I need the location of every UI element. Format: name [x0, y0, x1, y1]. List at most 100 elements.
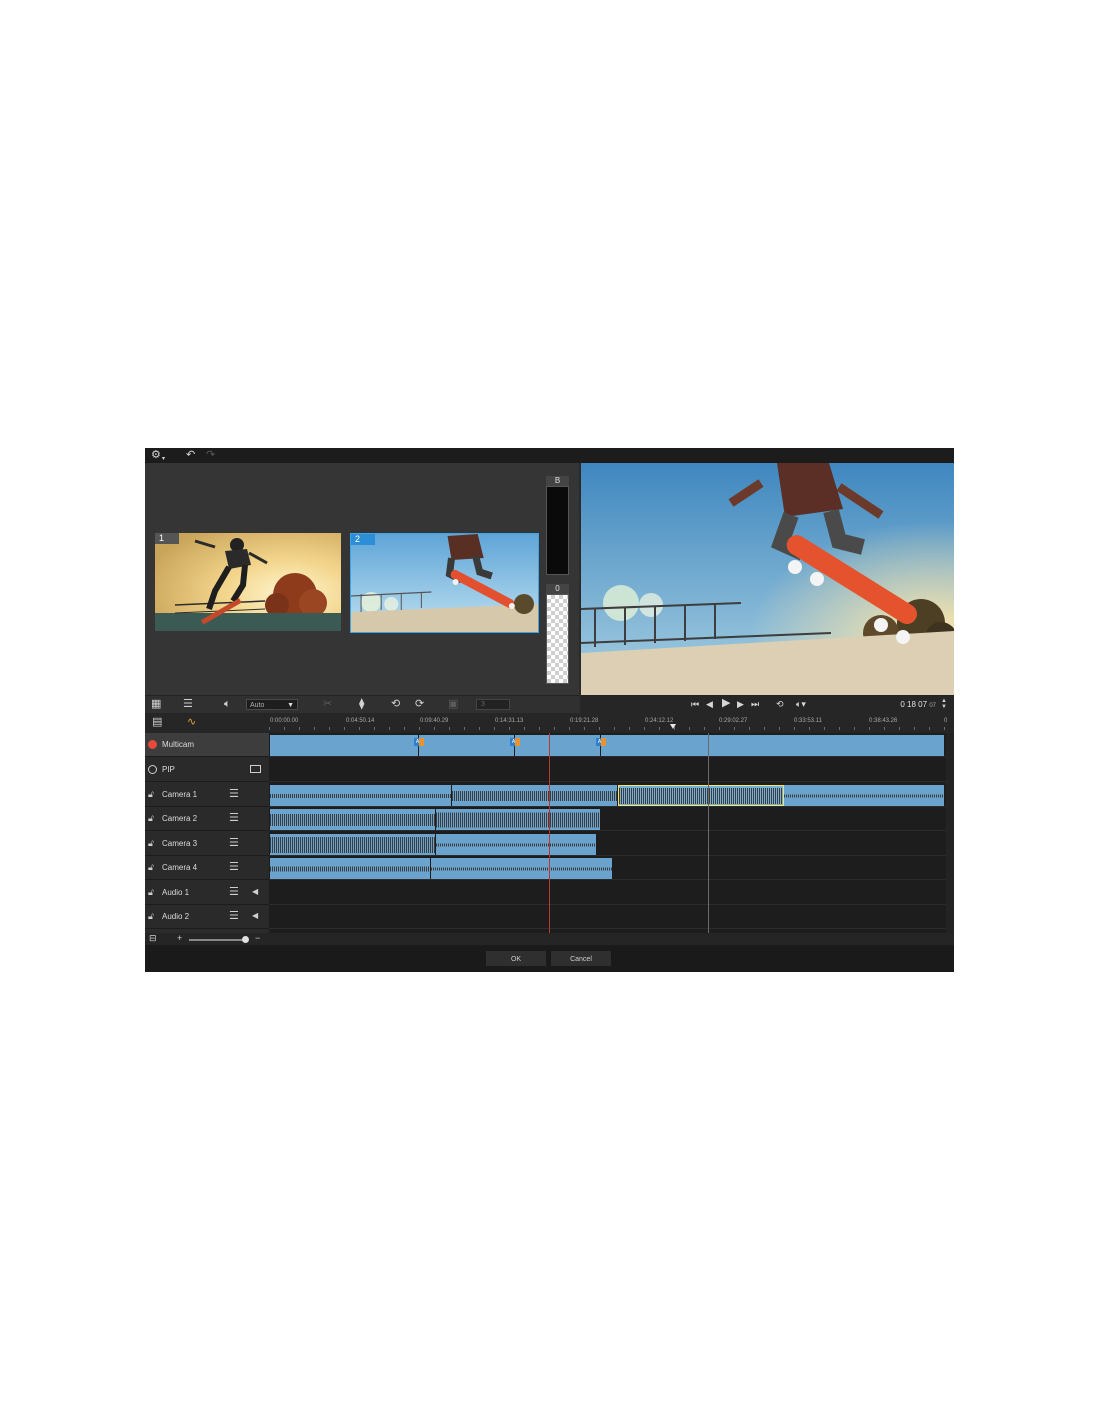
track-options-icon[interactable]: ☰ — [229, 910, 239, 922]
ruler-label: 0:29:02.27 — [719, 718, 748, 724]
audio-mode-value: Auto — [250, 702, 265, 709]
vertical-scrollbar[interactable] — [946, 733, 954, 933]
timeline-tracks: A A A — [269, 733, 946, 933]
camera-switch-marker[interactable]: A — [510, 738, 520, 746]
scissors-icon[interactable]: ✂ — [323, 698, 332, 711]
loop-icon[interactable]: ⟲ — [776, 698, 784, 711]
speaker-icon[interactable]: ◀︎ — [252, 887, 258, 897]
audio-clip[interactable] — [270, 834, 436, 855]
lock-icon[interactable]: 🔓︎ — [148, 838, 154, 848]
track-options-icon[interactable]: ☰ — [229, 788, 239, 800]
next-frame-icon[interactable]: ▶︎ — [737, 698, 744, 711]
ruler-label: 0:14:31.13 — [495, 718, 524, 724]
track-name: PIP — [162, 765, 175, 774]
undo-icon[interactable]: ↶ — [186, 449, 195, 462]
track-header-camera-2[interactable]: 🔓︎ Camera 2 ☰ — [145, 807, 269, 831]
waveform — [619, 787, 783, 804]
options-list-icon[interactable]: ☰ — [183, 698, 193, 711]
camera-source-2[interactable]: 2 — [350, 533, 539, 633]
previous-frame-icon[interactable]: ◀︎ — [706, 698, 713, 711]
audio-clip[interactable] — [784, 785, 945, 806]
playhead-line[interactable] — [549, 733, 550, 933]
pip-count-stepper[interactable]: 3 — [476, 699, 510, 710]
speaker-icon[interactable]: 🔈︎ — [224, 698, 231, 711]
rotate-left-icon[interactable]: ⟲ — [391, 698, 400, 711]
waveform — [431, 867, 612, 870]
playhead-handle[interactable] — [670, 724, 676, 729]
timecode-stepper[interactable]: ▲ ▼ — [941, 698, 947, 710]
track-header-camera-1[interactable]: 🔓︎ Camera 1 ☰ — [145, 783, 269, 807]
volume-icon[interactable]: 🔈︎▾ — [796, 698, 806, 711]
track-name: Camera 3 — [162, 839, 198, 848]
lock-icon[interactable]: 🔓︎ — [148, 911, 154, 921]
audio-mode-select[interactable]: Auto ▼ — [246, 699, 298, 710]
track-manager-icon[interactable]: ▤ — [152, 716, 162, 729]
audio-clip[interactable] — [270, 858, 431, 879]
background-slot-label: B — [546, 476, 569, 486]
camera-switch-marker[interactable]: A — [596, 738, 606, 746]
speaker-icon[interactable]: ◀︎ — [252, 911, 258, 921]
ok-button[interactable]: OK — [485, 950, 547, 967]
audio-clip[interactable] — [436, 834, 597, 855]
track-name: Audio 2 — [162, 912, 190, 921]
zoom-out-icon[interactable]: − — [255, 932, 260, 945]
audio-clip[interactable] — [270, 809, 436, 830]
lock-icon[interactable]: 🔓︎ — [148, 887, 154, 897]
background-slot-transparent[interactable] — [546, 594, 569, 684]
audio-sync-icon[interactable]: ∿ — [187, 716, 196, 729]
camera-source-1[interactable]: 1 — [155, 533, 341, 631]
track-header-camera-4[interactable]: 🔓︎ Camera 4 ☰ — [145, 856, 269, 880]
camera-switch-marker[interactable]: A — [414, 738, 424, 746]
audio-clip[interactable] — [431, 858, 613, 879]
gear-icon[interactable]: ⚙ — [151, 449, 161, 462]
record-icon[interactable] — [148, 740, 157, 749]
pip-icon[interactable]: ▣ — [448, 698, 458, 711]
ruler-label: 0:38:43.26 — [869, 718, 898, 724]
background-slot-black[interactable] — [546, 486, 569, 575]
lock-icon[interactable]: 🔓︎ — [148, 862, 154, 872]
go-to-start-icon[interactable]: ⏮ — [691, 698, 699, 711]
zoom-slider-handle[interactable] — [242, 936, 249, 943]
rotate-right-icon[interactable]: ⟳ — [415, 698, 424, 711]
track-header-audio-2[interactable]: 🔓︎ Audio 2 ☰ ◀︎ — [145, 905, 269, 929]
ruler-label: 0:04:50.14 — [346, 718, 375, 724]
track-header-camera-3[interactable]: 🔓︎ Camera 3 ☰ — [145, 832, 269, 856]
timecode-frames: 07 — [929, 703, 936, 709]
layout-grid-icon[interactable]: ▦ — [151, 698, 161, 711]
camera-1-frame — [155, 533, 341, 631]
audio-clip[interactable] — [436, 809, 601, 830]
lock-icon[interactable]: 🔓︎ — [148, 789, 154, 799]
timeline-tools: ▤ ∿ — [145, 713, 269, 733]
track-header-audio-1[interactable]: 🔓︎ Audio 1 ☰ ◀︎ — [145, 881, 269, 905]
preview-player — [581, 463, 954, 695]
pip-icon[interactable] — [250, 765, 261, 773]
camera-2-frame — [351, 534, 538, 632]
radio-icon[interactable] — [148, 765, 157, 774]
zoom-in-icon[interactable]: + — [177, 932, 182, 945]
lock-icon[interactable]: 🔓︎ — [148, 813, 154, 823]
cancel-button[interactable]: Cancel — [550, 950, 612, 967]
track-header-pip[interactable]: PIP — [145, 758, 269, 782]
track-options-icon[interactable]: ☰ — [229, 861, 239, 873]
timeline-ruler[interactable]: 0:00:00.00 0:04:50.14 0:09:40.29 0:14:31… — [269, 713, 954, 733]
camera-source-area: 1 2 B 0 — [145, 463, 579, 695]
audio-clip[interactable] — [452, 785, 618, 806]
track-options-icon[interactable]: ☰ — [229, 812, 239, 824]
track-header-multicam[interactable]: Multicam — [145, 733, 269, 757]
lane-audio-1 — [269, 881, 946, 905]
go-to-end-icon[interactable]: ⏭ — [751, 698, 759, 711]
redo-icon[interactable]: ↷ — [206, 449, 215, 462]
ruler-label: 0 — [944, 718, 948, 724]
timecode-display[interactable]: 0 18 07 07 — [900, 699, 936, 712]
audio-clip[interactable] — [270, 785, 452, 806]
selected-audio-clip[interactable] — [618, 785, 784, 806]
zoom-slider-track[interactable] — [189, 939, 247, 941]
multicam-clip[interactable] — [270, 735, 945, 756]
top-toolbar: ⚙ ▾ ↶ ↷ — [145, 448, 954, 463]
track-options-icon[interactable]: ☰ — [229, 886, 239, 898]
marker-icon[interactable]: ⧫ — [359, 698, 364, 711]
fit-timeline-icon[interactable]: ⊟ — [149, 932, 157, 945]
play-icon[interactable]: ▶ — [722, 697, 730, 710]
timecode-value: 0 18 07 — [900, 700, 928, 709]
track-options-icon[interactable]: ☰ — [229, 837, 239, 849]
